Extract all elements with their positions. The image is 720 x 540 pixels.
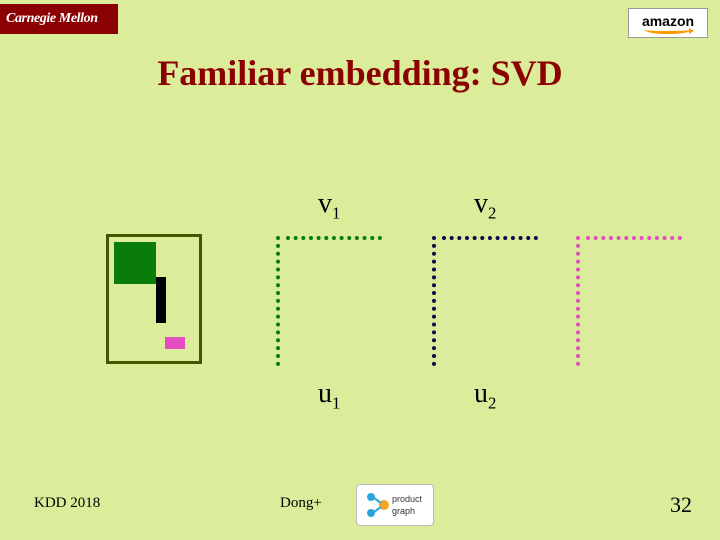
amazon-badge: amazon xyxy=(628,8,708,38)
label-u1: u1 xyxy=(318,378,340,414)
matrix-block-black xyxy=(156,277,166,323)
u3-vector xyxy=(576,236,580,366)
label-u2: u2 xyxy=(474,378,496,414)
pg-text-top: product xyxy=(392,494,423,504)
v1-vector xyxy=(286,236,382,240)
page-number: 32 xyxy=(670,492,692,518)
label-v1: v1 xyxy=(318,188,340,224)
footer-venue: KDD 2018 xyxy=(34,495,100,512)
u2-vector xyxy=(432,236,436,366)
amazon-smile-icon xyxy=(645,26,691,34)
matrix-block-green xyxy=(114,242,156,284)
v2-vector xyxy=(442,236,538,240)
matrix-a xyxy=(106,234,202,364)
pg-text-bottom: graph xyxy=(392,506,415,516)
v3-vector xyxy=(586,236,682,240)
matrix-block-pink xyxy=(165,337,185,349)
cmu-badge: Carnegie Mellon xyxy=(0,4,118,34)
product-graph-icon: product graph xyxy=(362,488,428,522)
slide-title: Familiar embedding: SVD xyxy=(0,52,720,94)
label-v2: v2 xyxy=(474,188,496,224)
u1-vector xyxy=(276,236,280,366)
product-graph-badge: product graph xyxy=(356,484,434,526)
footer-author: Dong+ xyxy=(280,495,322,512)
